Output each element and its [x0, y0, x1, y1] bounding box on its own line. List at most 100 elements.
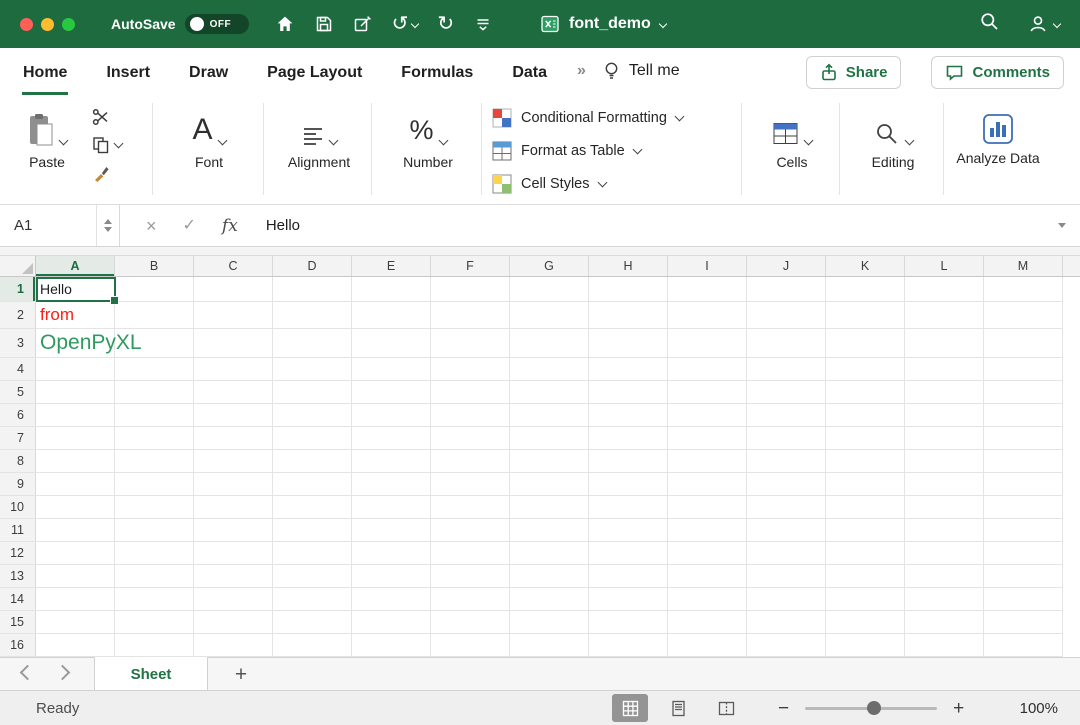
row-header-16[interactable]: 16	[0, 634, 36, 656]
cell-F4[interactable]	[431, 358, 510, 380]
zoom-in-button[interactable]: +	[953, 699, 964, 718]
cell-K8[interactable]	[826, 450, 905, 472]
cell-J7[interactable]	[747, 427, 826, 449]
cell-I10[interactable]	[668, 496, 747, 518]
cell-G12[interactable]	[510, 542, 589, 564]
column-header-B[interactable]: B	[115, 256, 194, 276]
tab-page-layout[interactable]: Page Layout	[266, 52, 363, 95]
cell-D12[interactable]	[273, 542, 352, 564]
cell-C12[interactable]	[194, 542, 273, 564]
cell-D2[interactable]	[273, 302, 352, 328]
cell-B6[interactable]	[115, 404, 194, 426]
cell-J16[interactable]	[747, 634, 826, 656]
cell-F9[interactable]	[431, 473, 510, 495]
cell-A11[interactable]	[36, 519, 115, 541]
cell-M14[interactable]	[984, 588, 1063, 610]
name-box-stepper[interactable]	[96, 205, 119, 246]
cell-C8[interactable]	[194, 450, 273, 472]
cell-G14[interactable]	[510, 588, 589, 610]
cell-B11[interactable]	[115, 519, 194, 541]
cell-I1[interactable]	[668, 277, 747, 301]
cell-A10[interactable]	[36, 496, 115, 518]
cell-A1[interactable]: Hello	[36, 277, 115, 301]
cell-L7[interactable]	[905, 427, 984, 449]
column-header-C[interactable]: C	[194, 256, 273, 276]
cell-K13[interactable]	[826, 565, 905, 587]
cell-B2[interactable]	[115, 302, 194, 328]
autosave-toggle[interactable]: OFF	[185, 14, 249, 34]
cell-L12[interactable]	[905, 542, 984, 564]
paste-button[interactable]: Paste	[14, 105, 80, 170]
cell-G7[interactable]	[510, 427, 589, 449]
cell-G1[interactable]	[510, 277, 589, 301]
home-button[interactable]	[275, 14, 295, 34]
cell-L3[interactable]	[905, 329, 984, 357]
row-header-15[interactable]: 15	[0, 611, 36, 633]
cell-styles-button[interactable]: Cell Styles	[492, 172, 683, 196]
cell-H11[interactable]	[589, 519, 668, 541]
cell-G4[interactable]	[510, 358, 589, 380]
cell-I9[interactable]	[668, 473, 747, 495]
cell-C1[interactable]	[194, 277, 273, 301]
cell-A16[interactable]	[36, 634, 115, 656]
cell-C3[interactable]	[194, 329, 273, 357]
cell-J3[interactable]	[747, 329, 826, 357]
cell-A5[interactable]	[36, 381, 115, 403]
copy-button[interactable]	[92, 136, 122, 154]
fill-handle[interactable]	[110, 296, 119, 305]
enter-button[interactable]: ✓	[183, 217, 196, 235]
cell-I4[interactable]	[668, 358, 747, 380]
analyze-data-button[interactable]: Analyze Data	[950, 103, 1046, 167]
next-sheet-button[interactable]	[57, 665, 68, 683]
cell-M12[interactable]	[984, 542, 1063, 564]
cell-H3[interactable]	[589, 329, 668, 357]
cell-D1[interactable]	[273, 277, 352, 301]
page-layout-view-button[interactable]	[660, 694, 696, 722]
cell-B13[interactable]	[115, 565, 194, 587]
column-header-J[interactable]: J	[747, 256, 826, 276]
cell-G8[interactable]	[510, 450, 589, 472]
tab-home[interactable]: Home	[22, 52, 68, 95]
cell-D9[interactable]	[273, 473, 352, 495]
cell-G16[interactable]	[510, 634, 589, 656]
cell-F8[interactable]	[431, 450, 510, 472]
cell-C5[interactable]	[194, 381, 273, 403]
tab-insert[interactable]: Insert	[105, 52, 151, 95]
cell-J2[interactable]	[747, 302, 826, 328]
cell-L14[interactable]	[905, 588, 984, 610]
formula-bar-expand-button[interactable]	[1058, 223, 1066, 228]
cell-J14[interactable]	[747, 588, 826, 610]
cell-K6[interactable]	[826, 404, 905, 426]
cell-H13[interactable]	[589, 565, 668, 587]
cell-J5[interactable]	[747, 381, 826, 403]
row-header-5[interactable]: 5	[0, 381, 36, 403]
cell-M11[interactable]	[984, 519, 1063, 541]
row-header-12[interactable]: 12	[0, 542, 36, 564]
cell-E6[interactable]	[352, 404, 431, 426]
more-tabs-button[interactable]: »	[577, 62, 586, 80]
cell-J10[interactable]	[747, 496, 826, 518]
cell-D13[interactable]	[273, 565, 352, 587]
row-header-11[interactable]: 11	[0, 519, 36, 541]
cell-G15[interactable]	[510, 611, 589, 633]
cell-H7[interactable]	[589, 427, 668, 449]
cell-G3[interactable]	[510, 329, 589, 357]
cell-B9[interactable]	[115, 473, 194, 495]
cell-I8[interactable]	[668, 450, 747, 472]
row-header-3[interactable]: 3	[0, 329, 36, 357]
cell-K2[interactable]	[826, 302, 905, 328]
cell-A14[interactable]	[36, 588, 115, 610]
tell-me-button[interactable]: Tell me	[602, 61, 680, 81]
prev-sheet-button[interactable]	[22, 665, 33, 683]
cell-E12[interactable]	[352, 542, 431, 564]
cell-C7[interactable]	[194, 427, 273, 449]
zoom-level[interactable]: 100%	[1020, 691, 1058, 725]
cell-L9[interactable]	[905, 473, 984, 495]
cell-M5[interactable]	[984, 381, 1063, 403]
cell-L15[interactable]	[905, 611, 984, 633]
cell-M3[interactable]	[984, 329, 1063, 357]
zoom-slider[interactable]	[805, 707, 937, 710]
cell-K5[interactable]	[826, 381, 905, 403]
cell-A2[interactable]: from	[36, 302, 115, 328]
cell-C6[interactable]	[194, 404, 273, 426]
